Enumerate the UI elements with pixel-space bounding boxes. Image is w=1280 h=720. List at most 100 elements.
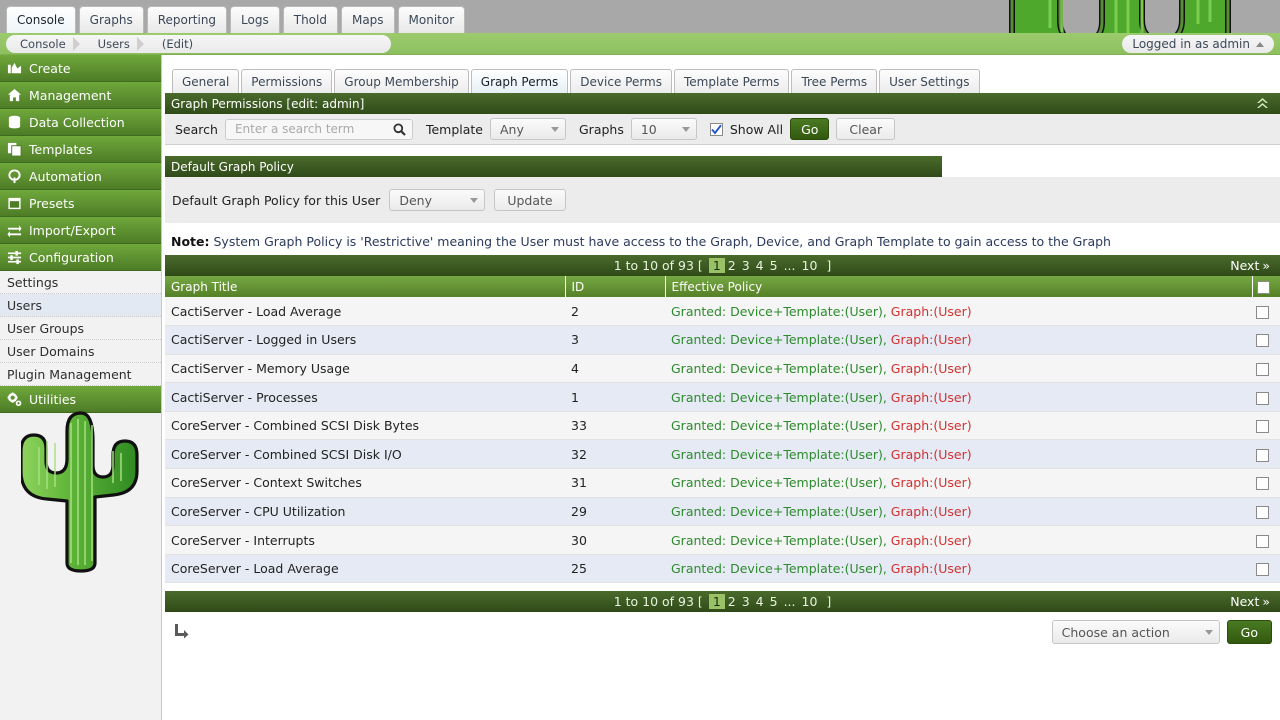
policy-graph: Graph:(User)	[891, 418, 972, 433]
table-row[interactable]: CoreServer - Combined SCSI Disk I/O 32 G…	[165, 440, 1280, 469]
sub-tab-bar: General Permissions Group Membership Gra…	[172, 68, 980, 93]
table-row[interactable]: CactiServer - Load Average 2 Granted: De…	[165, 297, 1280, 326]
sidebar-item-data-collection[interactable]: Data Collection	[0, 109, 161, 136]
tab-maps[interactable]: Maps	[341, 6, 395, 33]
graphs-select[interactable]: 10	[631, 118, 697, 140]
row-checkbox[interactable]	[1256, 363, 1269, 376]
tab-tree-perms[interactable]: Tree Perms	[791, 69, 877, 93]
sidebar-item-users[interactable]: Users	[0, 294, 161, 317]
cell-graph-title[interactable]: CoreServer - Context Switches	[165, 469, 565, 498]
tab-reporting[interactable]: Reporting	[147, 6, 227, 33]
search-icon[interactable]	[393, 123, 406, 136]
row-checkbox[interactable]	[1256, 477, 1269, 490]
breadcrumb-item-console[interactable]: Console	[6, 35, 84, 53]
cell-graph-title[interactable]: CoreServer - Combined SCSI Disk Bytes	[165, 411, 565, 440]
column-graph-title[interactable]: Graph Title	[165, 276, 565, 297]
tab-logs[interactable]: Logs	[230, 6, 280, 33]
select-all-checkbox[interactable]	[1257, 281, 1270, 294]
row-checkbox[interactable]	[1256, 535, 1269, 548]
tab-permissions[interactable]: Permissions	[241, 69, 332, 93]
breadcrumb-item-edit[interactable]: (Edit)	[148, 35, 211, 53]
row-checkbox[interactable]	[1256, 420, 1269, 433]
cell-graph-title[interactable]: CactiServer - Memory Usage	[165, 354, 565, 383]
page-2[interactable]: 2	[725, 258, 739, 273]
tab-template-perms[interactable]: Template Perms	[674, 69, 789, 93]
cell-graph-title[interactable]: CoreServer - Interrupts	[165, 526, 565, 555]
tab-graph-perms[interactable]: Graph Perms	[471, 69, 568, 93]
table-row[interactable]: CoreServer - Interrupts 30 Granted: Devi…	[165, 526, 1280, 555]
column-id[interactable]: ID	[565, 276, 665, 297]
sidebar-item-user-groups[interactable]: User Groups	[0, 317, 161, 340]
page-1[interactable]: 1	[709, 258, 725, 273]
policy-update-button[interactable]: Update	[494, 189, 565, 211]
filter-clear-button[interactable]: Clear	[836, 118, 895, 140]
cell-graph-title[interactable]: CoreServer - CPU Utilization	[165, 497, 565, 526]
table-row[interactable]: CoreServer - Load Average 25 Granted: De…	[165, 554, 1280, 583]
chart-icon	[7, 61, 22, 76]
search-field-wrapper[interactable]	[225, 119, 413, 140]
page-10[interactable]: 10	[799, 258, 821, 273]
tab-group-membership[interactable]: Group Membership	[334, 69, 469, 93]
column-effective-policy[interactable]: Effective Policy	[665, 276, 1252, 297]
pagination-next-bottom[interactable]: Next »	[1230, 591, 1270, 612]
cell-graph-title[interactable]: CactiServer - Processes	[165, 383, 565, 412]
page-4[interactable]: 4	[753, 594, 767, 609]
table-row[interactable]: CactiServer - Memory Usage 4 Granted: De…	[165, 354, 1280, 383]
row-checkbox[interactable]	[1256, 449, 1269, 462]
sidebar-item-presets[interactable]: Presets	[0, 190, 161, 217]
sidebar-item-management[interactable]: Management	[0, 82, 161, 109]
table-row[interactable]: CoreServer - Combined SCSI Disk Bytes 33…	[165, 411, 1280, 440]
breadcrumb-item-users[interactable]: Users	[84, 35, 148, 53]
table-row[interactable]: CoreServer - CPU Utilization 29 Granted:…	[165, 497, 1280, 526]
sidebar-item-plugin-management[interactable]: Plugin Management	[0, 363, 161, 386]
page-5[interactable]: 5	[767, 258, 781, 273]
page-3[interactable]: 3	[739, 594, 753, 609]
page-3[interactable]: 3	[739, 258, 753, 273]
template-select[interactable]: Any	[490, 118, 566, 140]
show-all-checkbox[interactable]	[710, 123, 723, 136]
collapse-icon[interactable]	[1255, 96, 1270, 110]
page-2[interactable]: 2	[725, 594, 739, 609]
page-10[interactable]: 10	[799, 594, 821, 609]
cell-graph-title[interactable]: CoreServer - Load Average	[165, 554, 565, 583]
page-5[interactable]: 5	[767, 594, 781, 609]
logged-in-user-menu[interactable]: Logged in as admin	[1122, 35, 1274, 53]
row-checkbox[interactable]	[1256, 563, 1269, 576]
cell-graph-title[interactable]: CactiServer - Logged in Users	[165, 326, 565, 355]
table-row[interactable]: CactiServer - Logged in Users 3 Granted:…	[165, 326, 1280, 355]
policy-granted: Granted: Device+Template:(User),	[671, 361, 887, 376]
tab-monitor[interactable]: Monitor	[398, 6, 466, 33]
filter-go-button[interactable]: Go	[790, 118, 829, 140]
row-checkbox[interactable]	[1256, 506, 1269, 519]
choose-action-value: Choose an action	[1062, 625, 1170, 640]
tab-device-perms[interactable]: Device Perms	[570, 69, 672, 93]
tab-graphs[interactable]: Graphs	[79, 6, 144, 33]
page-4[interactable]: 4	[753, 258, 767, 273]
cell-graph-title[interactable]: CactiServer - Load Average	[165, 297, 565, 326]
sidebar-item-import-export[interactable]: Import/Export	[0, 217, 161, 244]
row-checkbox[interactable]	[1256, 392, 1269, 405]
sidebar-item-automation[interactable]: Automation	[0, 163, 161, 190]
tab-thold[interactable]: Thold	[283, 6, 338, 33]
sidebar-item-templates[interactable]: Templates	[0, 136, 161, 163]
tab-user-settings[interactable]: User Settings	[879, 69, 979, 93]
sidebar-item-user-domains[interactable]: User Domains	[0, 340, 161, 363]
row-checkbox[interactable]	[1256, 306, 1269, 319]
page-1[interactable]: 1	[709, 594, 725, 609]
tab-general[interactable]: General	[172, 69, 239, 93]
sidebar-item-create[interactable]: Create	[0, 55, 161, 82]
row-checkbox[interactable]	[1256, 334, 1269, 347]
table-row[interactable]: CoreServer - Context Switches 31 Granted…	[165, 469, 1280, 498]
default-policy-select[interactable]: Deny	[389, 189, 485, 211]
button-label: Go	[801, 122, 818, 137]
table-row[interactable]: CactiServer - Processes 1 Granted: Devic…	[165, 383, 1280, 412]
search-input[interactable]	[233, 121, 390, 137]
sidebar-item-configuration[interactable]: Configuration	[0, 244, 161, 271]
cell-graph-title[interactable]: CoreServer - Combined SCSI Disk I/O	[165, 440, 565, 469]
choose-action-select[interactable]: Choose an action	[1052, 620, 1220, 644]
pagination-next-top[interactable]: Next »	[1230, 255, 1270, 276]
action-go-button[interactable]: Go	[1227, 620, 1272, 644]
tab-console[interactable]: Console	[6, 6, 76, 33]
sidebar-item-settings[interactable]: Settings	[0, 271, 161, 294]
pagination-summary: 1 to 10 of 93 [	[614, 258, 703, 273]
